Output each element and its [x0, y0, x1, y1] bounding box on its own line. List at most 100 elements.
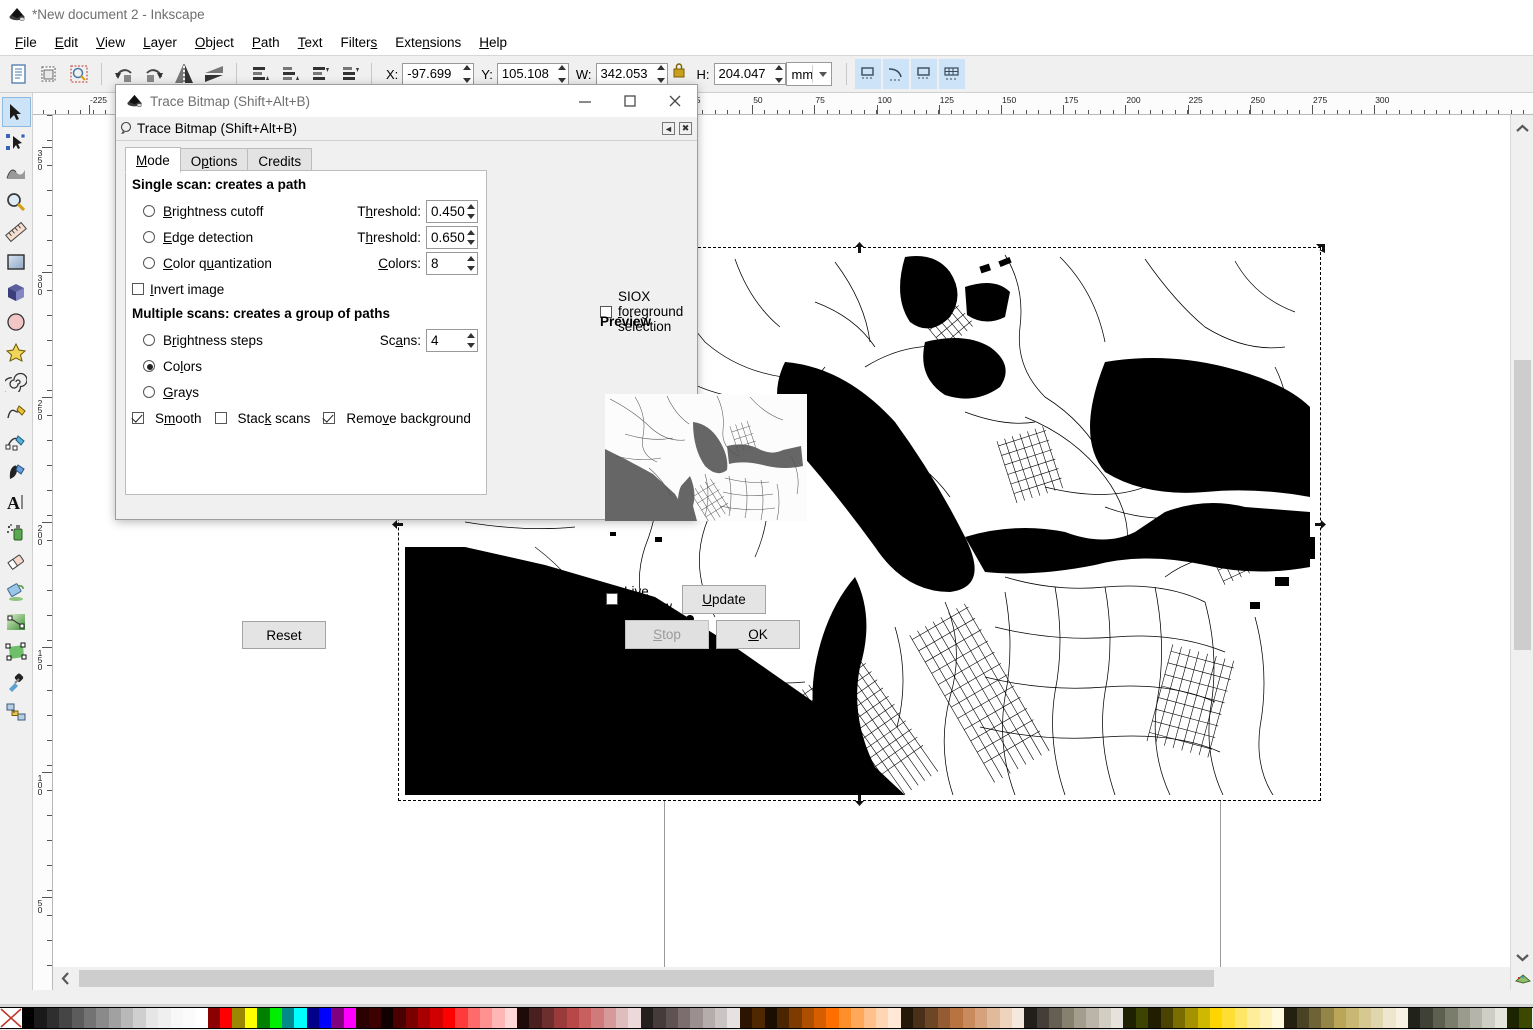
palette-swatch[interactable]: [121, 1008, 134, 1028]
menu-path[interactable]: Path: [243, 32, 289, 53]
palette-swatch[interactable]: [220, 1008, 233, 1028]
palette-swatch[interactable]: [343, 1008, 357, 1028]
rectangle-tool[interactable]: [2, 247, 31, 277]
snap-path-icon[interactable]: [882, 59, 909, 89]
menu-view[interactable]: View: [87, 32, 134, 53]
palette-swatch[interactable]: [319, 1008, 332, 1028]
palette-swatch[interactable]: [1061, 1008, 1074, 1028]
horizontal-scrollbar[interactable]: [53, 967, 1510, 990]
palette-swatch[interactable]: [1024, 1008, 1037, 1028]
palette-swatch[interactable]: [1358, 1008, 1371, 1028]
palette-swatches[interactable]: [0, 1007, 1533, 1029]
text-tool[interactable]: A: [2, 487, 31, 517]
palette-swatch[interactable]: [937, 1008, 951, 1028]
menu-filters[interactable]: Filters: [331, 32, 386, 53]
vertical-scrollbar[interactable]: [1510, 115, 1533, 990]
color-palette-menu-icon[interactable]: [1511, 969, 1533, 987]
palette-swatch[interactable]: [1234, 1008, 1248, 1028]
palette-swatch[interactable]: [603, 1008, 616, 1028]
menu-object[interactable]: Object: [186, 32, 243, 53]
snap-node-icon[interactable]: [910, 59, 937, 89]
palette-swatch[interactable]: [616, 1008, 629, 1028]
palette-swatch[interactable]: [962, 1008, 975, 1028]
palette-swatch[interactable]: [1395, 1008, 1408, 1028]
palette-swatch[interactable]: [1321, 1008, 1334, 1028]
vertical-ruler[interactable]: 350 300 250 200 150 100 50: [33, 115, 53, 990]
update-button[interactable]: Update: [682, 584, 766, 614]
palette-swatch[interactable]: [1370, 1008, 1384, 1028]
palette-swatch[interactable]: [257, 1008, 270, 1028]
palette-swatch[interactable]: [1049, 1008, 1062, 1028]
option-grays[interactable]: Grays: [126, 379, 486, 405]
horizontal-scroll-thumb[interactable]: [79, 970, 1214, 987]
chevron-down-icon[interactable]: [1511, 948, 1533, 966]
palette-swatch[interactable]: [46, 1008, 60, 1028]
palette-swatch[interactable]: [133, 1008, 146, 1028]
unit-select[interactable]: mm: [785, 62, 832, 86]
palette-swatch[interactable]: [1123, 1008, 1136, 1028]
x-field[interactable]: -97.699: [402, 63, 475, 85]
palette-swatch[interactable]: [1284, 1008, 1297, 1028]
palette-swatch[interactable]: [294, 1008, 307, 1028]
palette-swatch[interactable]: [96, 1008, 109, 1028]
palette-swatch[interactable]: [182, 1008, 196, 1028]
option-brightness-cutoff[interactable]: Brightness cutoff Threshold: 0.450: [126, 198, 486, 224]
spinner-threshold-brightness[interactable]: [465, 202, 476, 221]
checkbox-smooth[interactable]: [132, 412, 144, 424]
x-spinner[interactable]: [463, 65, 472, 83]
3dbox-tool[interactable]: [2, 277, 31, 307]
menu-file[interactable]: File: [6, 32, 46, 53]
palette-swatch[interactable]: [950, 1008, 963, 1028]
radio-edge-detection[interactable]: [143, 231, 155, 243]
chevron-left-icon[interactable]: [53, 967, 77, 990]
snap-bounding-box-icon[interactable]: [854, 59, 881, 89]
palette-swatch[interactable]: [1346, 1008, 1359, 1028]
palette-swatch[interactable]: [1210, 1008, 1223, 1028]
calligraphy-tool[interactable]: [2, 457, 31, 487]
palette-swatch[interactable]: [739, 1008, 753, 1028]
dropper-tool[interactable]: [2, 667, 31, 697]
palette-swatch[interactable]: [71, 1008, 84, 1028]
palette-swatch[interactable]: [479, 1008, 493, 1028]
palette-swatch[interactable]: [913, 1008, 926, 1028]
measure-tool[interactable]: [2, 217, 31, 247]
palette-swatch[interactable]: [987, 1008, 1000, 1028]
palette-swatch[interactable]: [306, 1008, 319, 1028]
palette-swatch[interactable]: [1494, 1008, 1507, 1028]
palette-swatch[interactable]: [814, 1008, 827, 1028]
field-scans[interactable]: 4: [426, 328, 478, 352]
checkbox-stack-scans[interactable]: [214, 412, 227, 424]
xml-editor-icon[interactable]: [66, 61, 92, 87]
palette-swatch[interactable]: [715, 1008, 728, 1028]
connector-tool[interactable]: [2, 697, 31, 727]
palette-swatch[interactable]: [529, 1008, 542, 1028]
w-spinner[interactable]: [656, 65, 666, 83]
palette-swatch[interactable]: [492, 1008, 505, 1028]
option-colors[interactable]: Colors: [126, 353, 486, 379]
palette-swatch[interactable]: [269, 1008, 282, 1028]
radio-grays[interactable]: [143, 386, 155, 398]
palette-swatch[interactable]: [1420, 1008, 1433, 1028]
collapse-icon[interactable]: ◄: [662, 122, 675, 135]
palette-swatch[interactable]: [1247, 1008, 1260, 1028]
palette-swatch[interactable]: [504, 1008, 517, 1028]
palette-swatch[interactable]: [380, 1008, 394, 1028]
gradient-tool[interactable]: [2, 607, 31, 637]
palette-swatch[interactable]: [690, 1008, 703, 1028]
y-spinner[interactable]: [557, 65, 567, 83]
spinner-colors[interactable]: [465, 254, 476, 273]
selector-tool[interactable]: [1, 97, 31, 127]
radio-brightness-cutoff[interactable]: [143, 205, 155, 217]
document-properties-icon[interactable]: [6, 61, 32, 87]
zoom-tool[interactable]: [2, 187, 31, 217]
selection-handle-ne[interactable]: [1315, 242, 1326, 253]
palette-swatch[interactable]: [578, 1008, 592, 1028]
palette-swatch[interactable]: [467, 1008, 480, 1028]
palette-swatch[interactable]: [1445, 1008, 1458, 1028]
palette-swatch[interactable]: [244, 1008, 258, 1028]
palette-swatch[interactable]: [232, 1008, 245, 1028]
palette-swatch[interactable]: [331, 1008, 344, 1028]
palette-swatch[interactable]: [653, 1008, 666, 1028]
menu-edit[interactable]: Edit: [46, 32, 87, 53]
option-invert-image[interactable]: Invert image: [126, 276, 486, 302]
